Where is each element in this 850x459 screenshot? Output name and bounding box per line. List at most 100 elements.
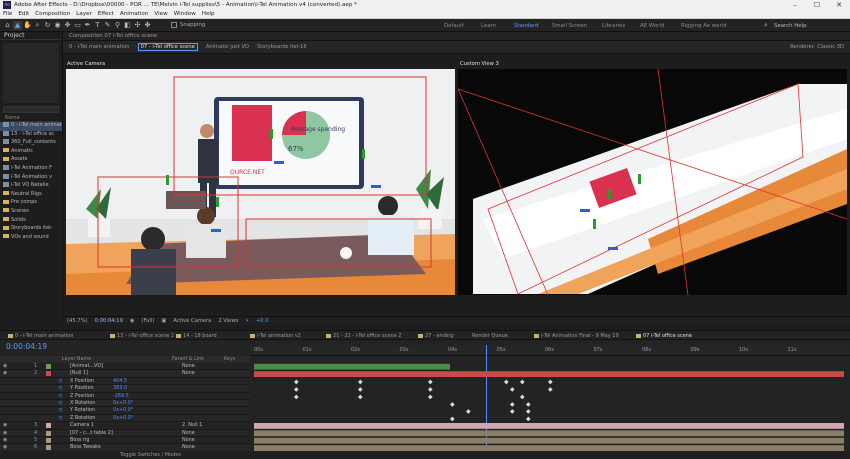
property-row[interactable]: ◷ X Position 404.5 (0, 378, 250, 386)
layer-row[interactable]: ◉ 2 [Null 1] None (0, 370, 250, 378)
views-dropdown[interactable]: 2 Views (218, 318, 238, 324)
keyframe-icon[interactable]: ◆ (510, 408, 515, 415)
comp-tab-office-scene[interactable]: 07 - i-Tel office scene (137, 43, 198, 51)
eye-icon[interactable]: ◉ (3, 422, 7, 428)
toggle-switches-modes-button[interactable]: Toggle Switches / Modes (120, 452, 181, 458)
menu-layer[interactable]: Layer (76, 11, 92, 17)
eye-icon[interactable]: ◉ (3, 370, 7, 376)
comp-tab-storyboards[interactable]: Storyboards itel-16 (257, 44, 307, 50)
layer-name[interactable]: Y Position (70, 385, 94, 391)
layer-name[interactable]: [Animat...VO] (70, 363, 103, 369)
roto-brush-tool-icon[interactable]: ✣ (133, 21, 142, 30)
label-color-swatch[interactable] (46, 423, 51, 429)
tl-tab-office-scene-2[interactable]: 13 - i-Tel office scene 2 (110, 333, 174, 339)
tl-tab-office-scene-active[interactable]: 07 i-Tel office scene (636, 333, 692, 339)
close-button[interactable]: ✕ (828, 0, 850, 10)
selection-tool-icon[interactable]: ▲ (13, 20, 22, 30)
project-item[interactable]: i-Tel VO Natalie (0, 182, 62, 191)
snapping-checkbox[interactable] (171, 22, 177, 28)
property-row[interactable]: ◷ X Rotation 0x+0.0° (0, 400, 250, 408)
project-item[interactable]: i-Tel Animation v (0, 173, 62, 183)
property-value[interactable]: 0x+0.0° (113, 415, 133, 421)
layer-duration-bar[interactable] (254, 363, 450, 370)
property-row[interactable]: ◷ Y Rotation 0x+0.0° (0, 407, 250, 415)
header-parent-link[interactable]: Parent & Link (172, 357, 204, 362)
eye-icon[interactable]: ◉ (3, 363, 7, 369)
snapshot-icon[interactable]: ◉ (130, 318, 135, 324)
keyframe-icon[interactable]: ◆ (358, 393, 363, 400)
custom-view-viewer[interactable] (458, 69, 847, 295)
parent-dropdown[interactable]: None (182, 370, 195, 376)
project-item[interactable]: Assets (0, 156, 62, 165)
parent-dropdown[interactable]: None (182, 444, 195, 450)
layer-row[interactable]: ◉ 4 [07 - c...t table 2] None (0, 429, 250, 437)
property-value[interactable]: 0x+0.0° (113, 400, 133, 406)
rectangle-tool-icon[interactable]: ▭ (73, 21, 82, 30)
keyframe-icon[interactable]: ◆ (294, 386, 299, 393)
tl-tab-render-queue[interactable]: Render Queue (472, 333, 508, 339)
layer-duration-bar[interactable] (254, 371, 844, 377)
tl-tab-21-22[interactable]: 21 - 22 - i-Tel office scene 2 (326, 333, 401, 339)
project-item[interactable]: Neutral Rigs (0, 191, 62, 200)
camera-dropdown[interactable]: Active Camera (173, 318, 211, 324)
keyframe-icon[interactable]: ◆ (548, 379, 553, 386)
parent-dropdown[interactable]: 2. Null 1 (182, 422, 202, 428)
keyframe-icon[interactable]: ◆ (358, 379, 363, 386)
workspace-libraries[interactable]: Libraries (602, 23, 625, 29)
property-row[interactable]: ◷ Z Position -269.5 (0, 393, 250, 400)
workspace-rigging[interactable]: Rigging Ae world (681, 23, 727, 29)
workspace-small-screen[interactable]: Small Screen (552, 23, 587, 29)
stopwatch-icon[interactable]: ◷ (58, 415, 62, 421)
stopwatch-icon[interactable]: ◷ (58, 400, 62, 406)
workspace-standard[interactable]: Standard (514, 23, 539, 29)
keyframe-icon[interactable]: ◆ (294, 379, 299, 386)
menu-composition[interactable]: Composition (35, 11, 70, 17)
tl-tab-animation-v2[interactable]: i-Tel animation v2 (250, 333, 301, 339)
clone-stamp-tool-icon[interactable]: ⚲ (113, 21, 122, 30)
property-value[interactable]: 404.5 (113, 378, 127, 384)
project-item[interactable]: Animatic (0, 148, 62, 157)
keyframe-icon[interactable]: ◆ (428, 379, 433, 386)
keyframe-icon[interactable]: ◆ (294, 393, 299, 400)
menu-effect[interactable]: Effect (98, 11, 114, 17)
stopwatch-icon[interactable]: ◷ (58, 378, 62, 384)
active-camera-viewer[interactable]: Average spending 67% OURCE.NET (66, 69, 455, 295)
layer-duration-bar[interactable] (254, 430, 844, 437)
workspace-default[interactable]: Default (444, 23, 464, 29)
keyframe-icon[interactable]: ◆ (520, 379, 525, 386)
search-help-field[interactable]: Search Help (774, 23, 807, 29)
header-keys[interactable]: Keys (224, 357, 235, 362)
label-color-swatch[interactable] (46, 371, 51, 377)
layer-name[interactable]: Z Position (70, 393, 94, 399)
exposure-value[interactable]: +0.0 (256, 318, 269, 324)
project-item[interactable]: i-Tel Animation F (0, 164, 62, 174)
comp-tab-animatic[interactable]: Animatic just VO (206, 44, 249, 50)
comp-tab-main-animation[interactable]: 0 - i-Tel main animation (69, 44, 130, 50)
label-color-swatch[interactable] (46, 364, 51, 369)
label-color-swatch[interactable] (46, 430, 51, 436)
composition-panel-label[interactable]: Composition 07 i-Tel office scene (69, 33, 157, 39)
property-row[interactable]: ◷ Y Position 383.0 (0, 385, 250, 393)
time-ruler[interactable]: 00s 01s 02s 03s 04s 05s 06s 07s 08s 09s 10s 11s (250, 345, 850, 451)
magnification-dropdown[interactable]: (45.7%) (67, 318, 88, 324)
parent-dropdown[interactable]: None (182, 363, 195, 369)
property-value[interactable]: 0x+0.0° (113, 407, 133, 413)
property-value[interactable]: 383.0 (113, 385, 127, 391)
project-item[interactable]: 0 - i-Tel main animation (0, 122, 62, 131)
menu-view[interactable]: View (154, 11, 167, 17)
workspace-ae-world[interactable]: AE World (640, 23, 664, 29)
stopwatch-icon[interactable]: ◷ (58, 393, 62, 399)
eye-icon[interactable]: ◉ (3, 437, 7, 443)
keyframe-icon[interactable]: ◆ (450, 401, 455, 408)
keyframe-icon[interactable]: ◆ (548, 386, 553, 393)
zoom-tool-icon[interactable]: ⌕ (33, 21, 42, 30)
layer-row[interactable]: ◉ 1 [Animat...VO] None (0, 363, 250, 371)
resolution-dropdown[interactable]: (Full) (141, 318, 154, 324)
keyframe-icon[interactable]: ◆ (428, 386, 433, 393)
keyframe-icon[interactable]: ◆ (504, 379, 509, 386)
menu-window[interactable]: Window (174, 11, 196, 17)
eye-icon[interactable]: ◉ (3, 444, 7, 450)
layer-name[interactable]: X Rotation (70, 400, 95, 406)
property-value[interactable]: -269.5 (113, 393, 129, 399)
project-item[interactable]: VOs and sound (0, 234, 62, 243)
